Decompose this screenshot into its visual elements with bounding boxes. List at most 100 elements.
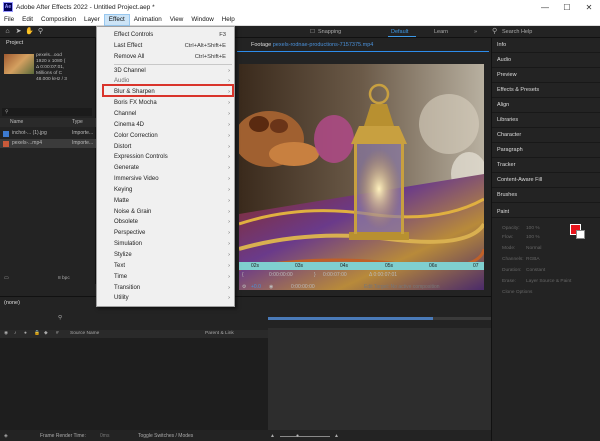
workspace-learn[interactable]: Learn	[434, 27, 448, 37]
work-area-bar[interactable]	[268, 317, 433, 320]
panel-align[interactable]: Align	[492, 98, 600, 113]
home-icon[interactable]: ⌂	[3, 27, 12, 36]
gear-icon[interactable]: ⚙	[242, 283, 246, 292]
menu-item-text[interactable]: Text ›	[97, 261, 234, 272]
paint-channels-value[interactable]: RGBA	[526, 257, 540, 262]
project-search-input[interactable]: ⚲	[2, 108, 92, 116]
layer-list[interactable]	[0, 338, 268, 430]
set-out-point-icon[interactable]: }	[314, 271, 316, 280]
menu-item-3d-channel[interactable]: 3D Channel ›	[97, 66, 234, 77]
current-time[interactable]: 0:00:00:00	[269, 271, 293, 280]
footage-file-name[interactable]: pexels-rodnae-productions-7157375.mp4	[273, 42, 374, 48]
menu-item-stylize[interactable]: Stylize ›	[97, 250, 234, 261]
menu-effect[interactable]: Effect	[103, 13, 130, 26]
bit-depth[interactable]: 8 bpc	[58, 274, 70, 284]
menu-item-channel[interactable]: Channel ›	[97, 109, 234, 120]
menu-help[interactable]: Help	[218, 14, 239, 26]
snapping-checkbox-icon[interactable]: ☐	[310, 27, 315, 37]
exposure-value[interactable]: +0.0	[251, 283, 261, 292]
project-tab[interactable]: Project	[0, 38, 95, 48]
paint-opacity-value[interactable]: 100 %	[526, 226, 540, 231]
snapping-label[interactable]: Snapping	[318, 27, 341, 37]
timeline-track-area[interactable]	[268, 328, 491, 430]
menu-item-remove-all[interactable]: Remove All Ctrl+Shift+E	[97, 52, 234, 63]
trash-icon[interactable]: ▭	[4, 274, 9, 284]
paint-erase-value[interactable]: Layer Source & Paint	[526, 279, 571, 284]
timeline-work-area[interactable]	[268, 314, 491, 324]
panel-preview[interactable]: Preview	[492, 68, 600, 83]
paint-panel-title[interactable]: Paint	[492, 206, 600, 218]
workspace-overflow-icon[interactable]: »	[474, 27, 477, 37]
menu-item-perspective[interactable]: Perspective ›	[97, 228, 234, 239]
menu-animation[interactable]: Animation	[130, 14, 166, 26]
zoom-slider[interactable]	[280, 436, 330, 437]
menu-item-boris-fx-mocha[interactable]: Boris FX Mocha ›	[97, 98, 234, 109]
timeline-search-input[interactable]: ⚲	[58, 315, 148, 323]
menu-item-cinema-4d[interactable]: Cinema 4D ›	[97, 120, 234, 131]
background-color-swatch[interactable]	[576, 230, 585, 239]
menu-item-immersive-video[interactable]: Immersive Video ›	[97, 174, 234, 185]
audio-icon[interactable]: ♪	[14, 330, 16, 338]
render-icon[interactable]: ◈	[4, 431, 8, 441]
panel-character[interactable]: Character	[492, 128, 600, 143]
minimize-button[interactable]: —	[534, 0, 556, 14]
parent-link-column[interactable]: Parent & Link	[205, 330, 234, 338]
menu-item-distort[interactable]: Distort ›	[97, 142, 234, 153]
search-help-field[interactable]: ⚲ Search Help	[490, 27, 598, 37]
menu-item-noise-grain[interactable]: Noise & Grain ›	[97, 207, 234, 218]
menu-item-last-effect[interactable]: Last Effect Ctrl+Alt+Shift+E	[97, 41, 234, 52]
lock-icon[interactable]: 🔒	[34, 330, 40, 338]
panel-effects-presets[interactable]: Effects & Presets	[492, 83, 600, 98]
label-icon[interactable]: ◆	[44, 330, 48, 338]
panel-paragraph[interactable]: Paragraph	[492, 143, 600, 158]
menu-item-time[interactable]: Time ›	[97, 272, 234, 283]
close-button[interactable]: ✕	[578, 0, 600, 14]
timeline-tab[interactable]: (none)	[4, 300, 20, 306]
project-item[interactable]: pexels-...mp4 Importe...	[0, 139, 96, 148]
set-in-point-icon[interactable]: {	[242, 271, 244, 280]
paint-clone-options[interactable]: Clone Options	[502, 290, 532, 295]
menu-item-color-correction[interactable]: Color Correction ›	[97, 131, 234, 142]
footage-tab[interactable]: Footage pexels-rodnae-productions-715737…	[251, 40, 373, 50]
menu-item-matte[interactable]: Matte ›	[97, 196, 234, 207]
menu-item-utility[interactable]: Utility ›	[97, 293, 234, 304]
menu-item-effect-controls[interactable]: Effect Controls F3	[97, 30, 234, 41]
zoom-slider-handle[interactable]: ●	[296, 431, 299, 441]
solo-icon[interactable]: ●	[24, 330, 27, 338]
column-type[interactable]: Type	[72, 118, 83, 127]
eye-icon[interactable]: ◉	[4, 330, 8, 338]
panel-tracker[interactable]: Tracker	[492, 158, 600, 173]
paint-duration-value[interactable]: Constant	[526, 268, 545, 273]
panel-libraries[interactable]: Libraries	[492, 113, 600, 128]
toggle-switches-modes[interactable]: Toggle Switches / Modes	[138, 431, 193, 441]
zoom-out-icon[interactable]: ▲	[270, 431, 275, 441]
menu-item-transition[interactable]: Transition ›	[97, 283, 234, 294]
panel-brushes[interactable]: Brushes	[492, 188, 600, 203]
panel-audio[interactable]: Audio	[492, 53, 600, 68]
menu-item-generate[interactable]: Generate ›	[97, 163, 234, 174]
end-time[interactable]: 0:00:07:00	[323, 271, 347, 280]
time-ruler[interactable]: 02s 03s 04s 05s 06s 07	[239, 262, 484, 270]
menu-layer[interactable]: Layer	[80, 14, 104, 26]
hand-tool-icon[interactable]: ✋	[25, 27, 34, 36]
column-name[interactable]: Name	[10, 118, 23, 127]
menu-item-obsolete[interactable]: Obsolete ›	[97, 217, 234, 228]
panel-info[interactable]: Info	[492, 38, 600, 53]
menu-window[interactable]: Window	[187, 14, 217, 26]
source-name-column[interactable]: Source Name	[70, 330, 99, 338]
time-position[interactable]: 0:00:00:00	[291, 283, 315, 292]
menu-composition[interactable]: Composition	[37, 14, 80, 26]
camera-icon[interactable]: ◉	[269, 283, 273, 292]
paint-mode-value[interactable]: Normal	[526, 246, 541, 251]
menu-item-simulation[interactable]: Simulation ›	[97, 239, 234, 250]
zoom-in-icon[interactable]: ▲	[334, 431, 339, 441]
menu-file[interactable]: File	[0, 14, 18, 26]
menu-view[interactable]: View	[166, 14, 188, 26]
zoom-tool-icon[interactable]: ⚲	[36, 27, 45, 36]
menu-item-keying[interactable]: Keying ›	[97, 185, 234, 196]
paint-flow-value[interactable]: 100 %	[526, 235, 540, 240]
project-item[interactable]: inchot-... (1).jpg Importe...	[0, 129, 96, 138]
menu-item-expression-controls[interactable]: Expression Controls ›	[97, 152, 234, 163]
maximize-button[interactable]: ☐	[556, 0, 578, 14]
selection-tool-icon[interactable]: ➤	[14, 27, 23, 36]
